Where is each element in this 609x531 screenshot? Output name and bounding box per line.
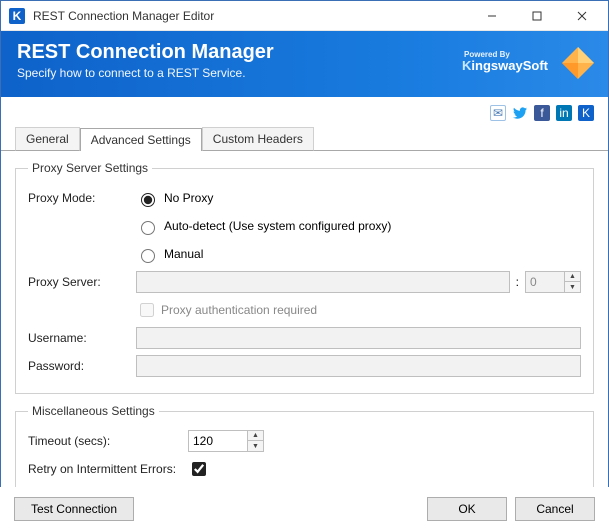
proxy-mode-manual-label: Manual [164,247,203,261]
brand-k: K [462,58,471,73]
retry-label: Retry on Intermittent Errors: [28,462,188,476]
kingswaysoft-icon[interactable]: K [578,105,594,121]
password-input[interactable] [136,355,581,377]
tab-general[interactable]: General [15,127,80,151]
maximize-button[interactable] [514,2,559,30]
timeout-up[interactable]: ▲ [248,431,263,441]
password-label: Password: [28,359,136,373]
tab-custom-headers[interactable]: Custom Headers [202,127,314,151]
proxy-port-input[interactable] [525,271,565,293]
brand-tag: Powered By [464,51,510,59]
tab-body: Proxy Server Settings Proxy Mode: No Pro… [1,151,608,525]
proxy-mode-noproxy-label: No Proxy [164,191,213,205]
cancel-button[interactable]: Cancel [515,497,595,521]
tab-advanced-settings[interactable]: Advanced Settings [80,128,202,151]
twitter-icon[interactable] [512,105,528,121]
product-icon [560,45,596,81]
app-icon: K [9,8,25,24]
social-row: ✉ f in K [1,101,608,125]
timeout-label: Timeout (secs): [28,434,188,448]
proxy-auth-checkbox[interactable] [140,303,154,317]
proxy-port-up[interactable]: ▲ [565,272,580,282]
proxy-server-label: Proxy Server: [28,275,136,289]
proxy-server-input[interactable] [136,271,510,293]
proxy-mode-auto[interactable]: Auto-detect (Use system configured proxy… [136,218,391,235]
proxy-legend: Proxy Server Settings [28,161,152,175]
timeout-down[interactable]: ▼ [248,441,263,451]
proxy-mode-auto-label: Auto-detect (Use system configured proxy… [164,219,391,233]
mail-icon[interactable]: ✉ [490,105,506,121]
proxy-mode-manual[interactable]: Manual [136,246,203,263]
proxy-fieldset: Proxy Server Settings Proxy Mode: No Pro… [15,161,594,394]
username-label: Username: [28,331,136,345]
proxy-mode-auto-radio[interactable] [141,221,155,235]
proxy-mode-manual-radio[interactable] [141,249,155,263]
brand-rest: ingswaySoft [471,58,548,73]
proxy-port-spinner[interactable]: ▲ ▼ [525,271,581,293]
facebook-icon[interactable]: f [534,105,550,121]
banner: REST Connection Manager Specify how to c… [1,31,608,97]
misc-legend: Miscellaneous Settings [28,404,159,418]
proxy-port-down[interactable]: ▼ [565,282,580,292]
linkedin-icon[interactable]: in [556,105,572,121]
test-connection-button[interactable]: Test Connection [14,497,134,521]
timeout-spinner[interactable]: ▲ ▼ [188,430,264,452]
window-title: REST Connection Manager Editor [33,9,469,23]
proxy-mode-label: Proxy Mode: [28,191,136,205]
proxy-mode-noproxy[interactable]: No Proxy [136,190,213,207]
close-button[interactable] [559,2,604,30]
timeout-input[interactable] [188,430,248,452]
proxy-mode-noproxy-radio[interactable] [141,193,155,207]
username-input[interactable] [136,327,581,349]
retry-checkbox[interactable] [192,462,206,476]
proxy-auth-label: Proxy authentication required [161,303,317,317]
brand-logo: Powered By KingswaySoft [462,51,548,72]
minimize-button[interactable] [469,2,514,30]
proxy-port-colon: : [516,275,519,289]
ok-button[interactable]: OK [427,497,507,521]
tab-strip: General Advanced Settings Custom Headers [1,127,608,151]
titlebar: K REST Connection Manager Editor [1,1,608,31]
footer: Test Connection OK Cancel [0,487,609,531]
